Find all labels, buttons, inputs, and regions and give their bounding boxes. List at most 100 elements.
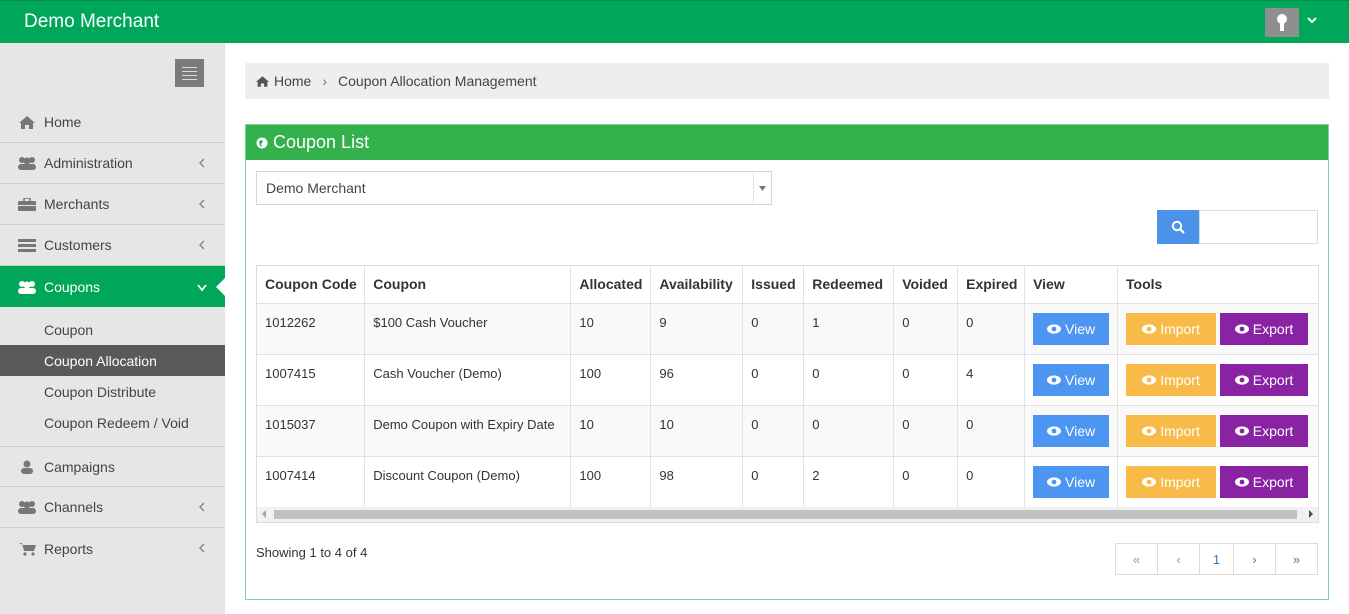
cell-availability: 9	[650, 303, 744, 355]
export-button[interactable]: Export	[1220, 363, 1309, 396]
coupon-table: Coupon Code Coupon Allocated Availabilit…	[257, 266, 1318, 508]
import-button[interactable]: Import	[1126, 312, 1217, 345]
page-1-button[interactable]: 1	[1200, 544, 1234, 574]
horizontal-scrollbar[interactable]	[257, 507, 1318, 522]
export-button[interactable]: Export	[1220, 414, 1309, 447]
brand-title[interactable]: Demo Merchant	[24, 11, 159, 33]
search-button[interactable]	[1157, 210, 1199, 244]
export-button[interactable]: Export	[1220, 312, 1309, 345]
cell-code: 1007414	[257, 456, 366, 508]
next-page-button[interactable]: ›	[1234, 544, 1276, 574]
eye-icon	[1142, 323, 1157, 334]
user-avatar[interactable]	[1265, 8, 1299, 37]
last-page-button[interactable]: »	[1276, 544, 1317, 574]
column-header[interactable]: Coupon	[364, 266, 572, 304]
search-input[interactable]	[1199, 210, 1318, 244]
user-icon	[1277, 13, 1287, 31]
breadcrumb-home-link[interactable]: Home	[274, 73, 311, 89]
import-button[interactable]: Import	[1126, 465, 1217, 498]
sidebar-item-customers[interactable]: Customers	[0, 225, 225, 266]
cell-allocated: 10	[570, 405, 652, 457]
cell-redeemed: 0	[803, 354, 895, 406]
sidebar-item-home[interactable]: Home	[0, 102, 225, 143]
cell-redeemed: 2	[803, 456, 895, 508]
cell-tools: Import Export	[1117, 456, 1318, 508]
eye-icon	[1142, 425, 1157, 436]
sidebar-item-label: Customers	[44, 237, 112, 253]
eye-icon	[1047, 374, 1062, 385]
cell-allocated: 100	[570, 354, 652, 406]
table-row: 1007415 Cash Voucher (Demo) 100 96 0 0 0…	[257, 354, 1318, 406]
table-row: 1007414 Discount Coupon (Demo) 100 98 0 …	[257, 456, 1318, 508]
cell-tools: Import Export	[1117, 303, 1318, 355]
sidebar-item-campaigns[interactable]: Campaigns	[0, 446, 225, 487]
sidebar-subitem-coupon[interactable]: Coupon	[0, 314, 225, 345]
sidebar-item-label: Home	[44, 114, 82, 130]
scrollbar-thumb[interactable]	[274, 510, 1297, 519]
table-row: 1012262 $100 Cash Voucher 10 9 0 1 0 0 V…	[257, 303, 1318, 355]
cell-issued: 0	[742, 405, 805, 457]
eye-icon	[1234, 323, 1249, 334]
chevron-down-icon	[196, 280, 208, 296]
sidebar-item-coupons[interactable]: Coupons	[0, 266, 225, 307]
search-icon	[1171, 220, 1185, 234]
column-header[interactable]: Voided	[893, 266, 959, 304]
eye-icon	[1234, 476, 1249, 487]
eye-icon	[1142, 476, 1157, 487]
pagination-info: Showing 1 to 4 of 4	[256, 545, 368, 560]
cell-issued: 0	[742, 456, 805, 508]
home-icon	[256, 75, 269, 87]
cell-availability: 96	[650, 354, 744, 406]
cell-view: View	[1024, 456, 1119, 508]
cell-coupon: Demo Coupon with Expiry Date	[364, 405, 572, 457]
pagination: « ‹ 1 › »	[1115, 543, 1318, 575]
column-header[interactable]: Coupon Code	[257, 266, 366, 304]
cell-voided: 0	[893, 456, 959, 508]
sidebar-item-label: Reports	[44, 540, 94, 557]
column-header[interactable]: Redeemed	[803, 266, 895, 304]
sidebar-toggle-button[interactable]	[175, 59, 204, 87]
first-page-button[interactable]: «	[1116, 544, 1158, 574]
sidebar-item-merchants[interactable]: Merchants	[0, 184, 225, 225]
cell-allocated: 10	[570, 303, 652, 355]
column-header[interactable]: Availability	[650, 266, 744, 304]
sidebar-subitem-coupon-distribute[interactable]: Coupon Distribute	[0, 376, 225, 407]
cell-view: View	[1024, 303, 1119, 355]
view-button[interactable]: View	[1033, 312, 1110, 345]
cell-tools: Import Export	[1117, 405, 1318, 457]
view-button[interactable]: View	[1033, 363, 1110, 396]
sidebar-item-reports[interactable]: Reports	[0, 528, 225, 569]
cell-allocated: 100	[570, 456, 652, 508]
import-button[interactable]: Import	[1126, 363, 1217, 396]
sidebar-subitem-coupon-redeem-void[interactable]: Coupon Redeem / Void	[0, 407, 225, 438]
cell-expired: 4	[957, 354, 1026, 406]
import-button[interactable]: Import	[1126, 414, 1217, 447]
cell-issued: 0	[742, 303, 805, 355]
chevron-down-icon[interactable]	[1306, 13, 1318, 29]
briefcase-icon	[17, 197, 37, 211]
cell-code: 1015037	[257, 405, 366, 457]
sidebar-item-channels[interactable]: Channels	[0, 487, 225, 528]
chevron-left-icon	[198, 541, 206, 557]
column-header[interactable]: Tools	[1117, 266, 1318, 304]
cell-expired: 0	[957, 456, 1026, 508]
coupon-table-container: Coupon Code Coupon Allocated Availabilit…	[256, 265, 1319, 523]
merchant-select-value: Demo Merchant	[266, 180, 366, 196]
prev-page-button[interactable]: ‹	[1158, 544, 1200, 574]
sidebar-subitem-coupon-allocation[interactable]: Coupon Allocation	[0, 345, 225, 376]
column-header[interactable]: Allocated	[570, 266, 652, 304]
view-button-label: View	[1065, 371, 1096, 388]
column-header[interactable]: Issued	[742, 266, 805, 304]
export-button[interactable]: Export	[1220, 465, 1309, 498]
cell-code: 1012262	[257, 303, 366, 355]
view-button[interactable]: View	[1033, 414, 1110, 447]
column-header[interactable]: Expired	[957, 266, 1026, 304]
merchant-select[interactable]: Demo Merchant	[256, 171, 772, 205]
column-header[interactable]: View	[1024, 266, 1119, 304]
scroll-left-icon[interactable]	[262, 510, 266, 518]
coupon-list-panel: Coupon List Demo Merchant Coupon Code Co…	[245, 124, 1329, 600]
scroll-right-icon[interactable]	[1309, 510, 1313, 518]
sidebar-item-administration[interactable]: Administration	[0, 143, 225, 184]
eye-icon	[1142, 374, 1157, 385]
view-button[interactable]: View	[1033, 465, 1110, 498]
